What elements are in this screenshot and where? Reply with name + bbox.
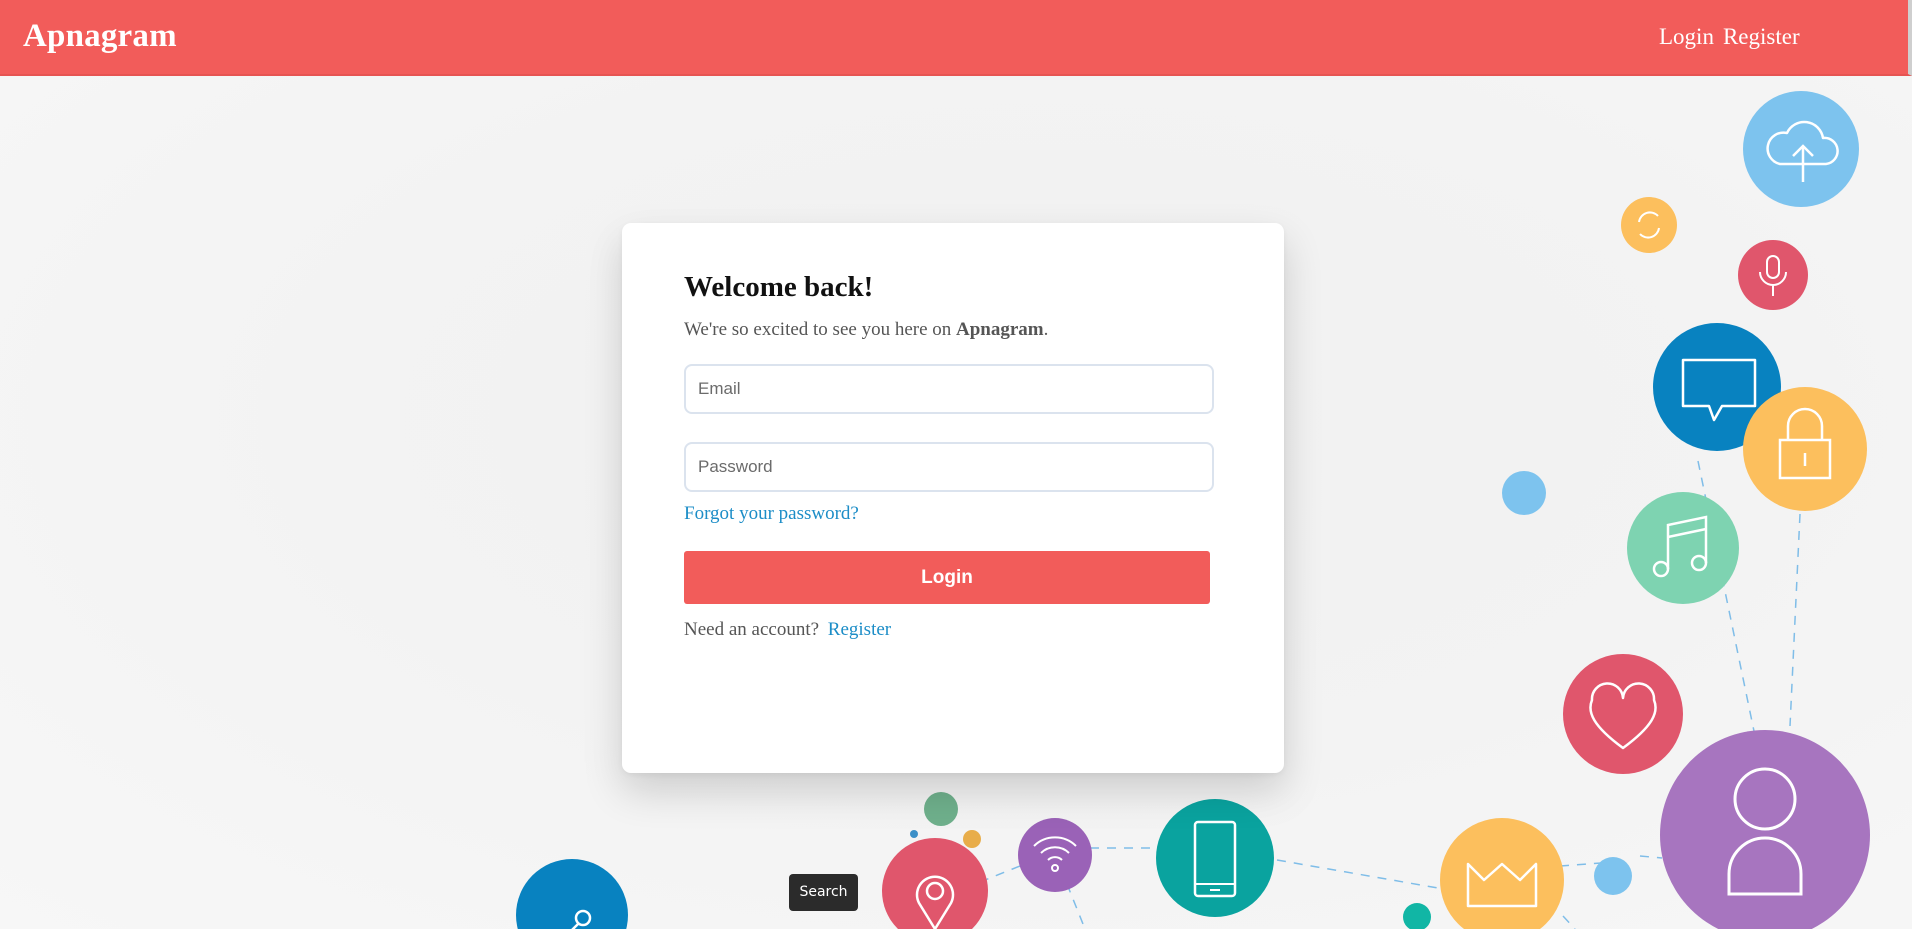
lock-icon (1743, 387, 1867, 511)
nav-register-link[interactable]: Register (1723, 24, 1800, 49)
nav-login-link[interactable]: Login (1659, 24, 1714, 49)
chat-bubble-icon (1653, 323, 1781, 451)
subtitle-brand: Apnagram (956, 319, 1044, 340)
email-field[interactable] (684, 364, 1214, 414)
subtitle-prefix: We're so excited to see you here on (684, 319, 957, 340)
search-icon (516, 859, 628, 929)
location-pin-icon (882, 838, 988, 929)
login-card: Welcome back! We're so excited to see yo… (622, 223, 1284, 773)
crown-icon (1440, 818, 1564, 929)
need-account-text: Need an account? (684, 619, 820, 640)
mobile-phone-icon (1156, 799, 1274, 917)
wifi-icon (1018, 818, 1092, 892)
top-navbar: Apnagram Login Register (0, 0, 1912, 76)
cloud-upload-icon (1743, 91, 1859, 207)
forgot-password-link[interactable]: Forgot your password? (684, 503, 859, 525)
search-tooltip: Search (789, 874, 858, 911)
music-note-icon (1627, 492, 1739, 604)
subtitle-suffix: . (1043, 319, 1049, 340)
login-button[interactable]: Login (684, 551, 1210, 604)
need-account-row: Need an account? Register (684, 619, 891, 641)
brand-logo[interactable]: Apnagram (23, 18, 177, 55)
card-title: Welcome back! (684, 271, 874, 303)
user-icon (1660, 730, 1870, 929)
refresh-icon (1621, 197, 1677, 253)
microphone-icon (1738, 240, 1808, 310)
nav-links: Login Register (1659, 24, 1800, 50)
password-field[interactable] (684, 442, 1214, 492)
heart-icon (1563, 654, 1683, 774)
card-subtitle: We're so excited to see you here on Apna… (684, 319, 1048, 341)
register-link[interactable]: Register (828, 619, 891, 640)
